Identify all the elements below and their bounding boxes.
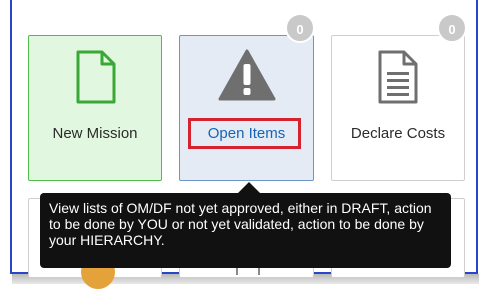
new-mission-tile[interactable]: New Mission bbox=[28, 35, 162, 181]
tooltip-arrow bbox=[238, 182, 260, 193]
receipt-icon bbox=[378, 50, 418, 104]
warning-icon bbox=[218, 49, 276, 101]
open-items-tile[interactable]: Open Items bbox=[179, 35, 314, 181]
document-icon bbox=[76, 50, 116, 104]
declare-costs-count-badge: 0 bbox=[437, 13, 467, 43]
declare-costs-label: Declare Costs bbox=[350, 125, 446, 142]
highlight-box bbox=[188, 118, 301, 149]
tooltip: View lists of OM/DF not yet approved, ei… bbox=[40, 193, 451, 268]
new-mission-label: New Mission bbox=[52, 125, 138, 142]
declare-costs-tile[interactable]: Declare Costs bbox=[331, 35, 465, 181]
open-items-count-badge: 0 bbox=[285, 13, 315, 43]
